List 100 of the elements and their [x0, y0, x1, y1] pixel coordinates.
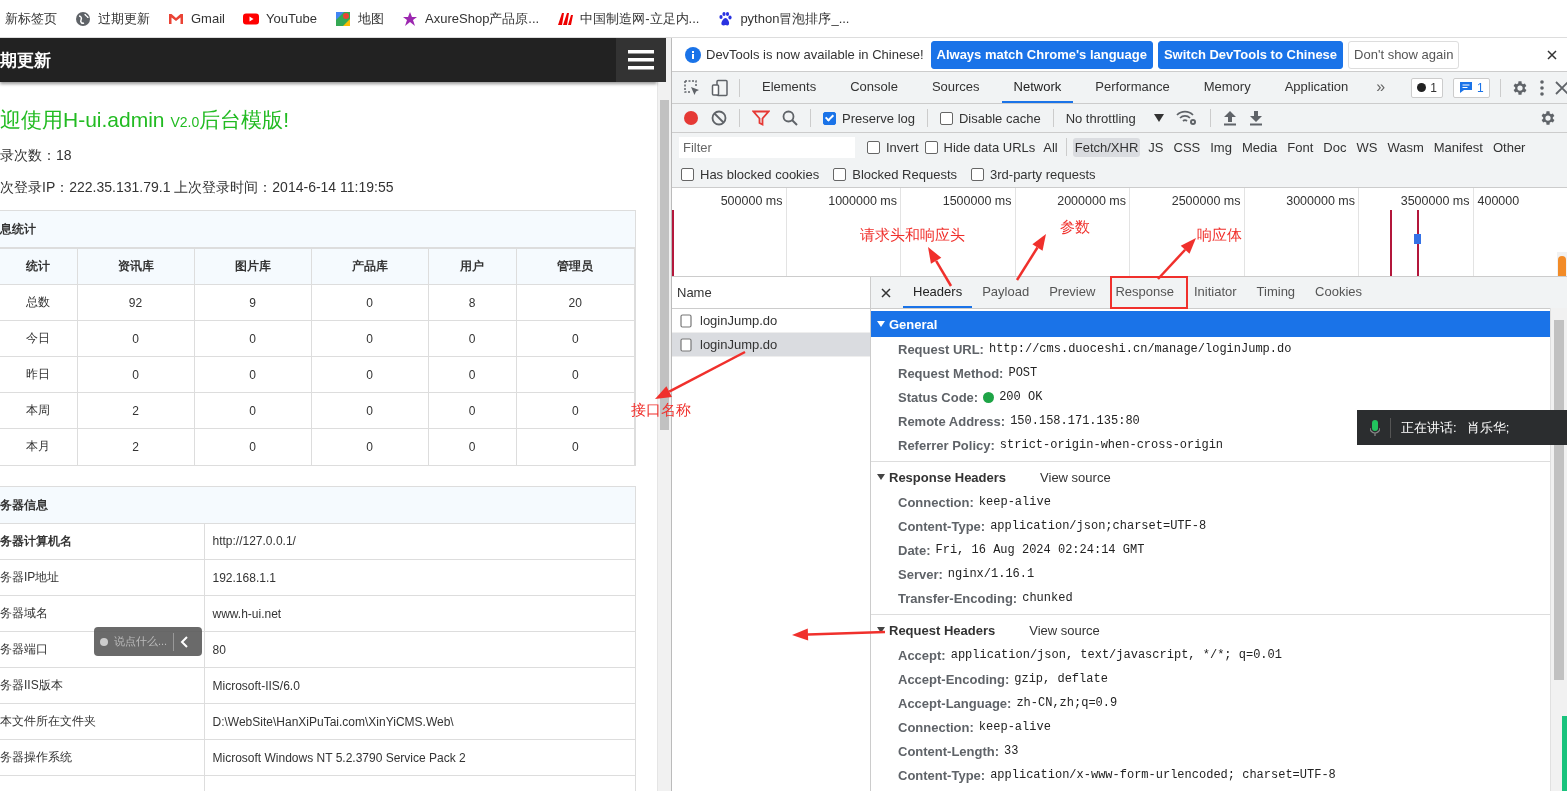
section-header[interactable]: Response Headers View source	[871, 464, 1550, 490]
infobar-button[interactable]: Don't show again	[1348, 40, 1460, 69]
table-cell: 0	[428, 320, 516, 357]
type-filter[interactable]: Doc	[1321, 137, 1349, 157]
header-name: Connection:	[898, 494, 974, 510]
triangle-icon[interactable]	[877, 320, 885, 328]
type-filter[interactable]: Media	[1239, 137, 1280, 157]
type-filter[interactable]: CSS	[1171, 137, 1203, 157]
record-icon[interactable]	[683, 110, 699, 126]
download-icon[interactable]	[1248, 110, 1263, 126]
section-header[interactable]: Request Headers View source	[871, 617, 1550, 643]
type-filter[interactable]: Font	[1285, 137, 1316, 157]
bookmark[interactable]: 地图	[335, 9, 385, 28]
type-filter[interactable]: All	[1041, 137, 1060, 157]
bookmark[interactable]: python冒泡排序_...	[717, 9, 850, 28]
more-options-icon[interactable]	[1538, 78, 1545, 97]
checkbox-option[interactable]: Preserve log	[823, 110, 915, 126]
speaking-label: 正在讲话:	[1401, 418, 1457, 437]
checkbox-option[interactable]: 3rd-party requests	[971, 166, 1096, 182]
message-badge[interactable]: 1	[1452, 77, 1490, 98]
upload-icon[interactable]	[1222, 110, 1237, 126]
logo	[557, 10, 574, 27]
panel-title: 务器信息	[0, 486, 635, 524]
checkbox-option[interactable]: Hide data URLs	[924, 139, 1036, 155]
triangle-icon[interactable]	[877, 626, 885, 634]
infobar-button[interactable]: Always match Chrome's language	[930, 40, 1153, 69]
checkbox-option[interactable]: Has blocked cookies	[681, 166, 820, 182]
type-filter[interactable]: Other	[1490, 137, 1528, 157]
header-value: application/json, text/javascript, */*; q=0.01	[950, 648, 1282, 662]
bookmark[interactable]: Gmail	[168, 10, 225, 27]
detail-tab[interactable]: Headers	[903, 277, 973, 308]
inspect-icon[interactable]	[683, 78, 701, 97]
view-source-link[interactable]: View source	[1029, 622, 1100, 638]
header-name: Status Code:	[898, 389, 979, 405]
header-value: keep-alive	[978, 495, 1051, 509]
bookmark[interactable]: 过期更新	[75, 9, 150, 28]
checkbox-option[interactable]: Blocked Requests	[833, 166, 957, 182]
table-cell: 0	[311, 320, 428, 357]
table-cell: 80	[204, 631, 635, 668]
infobar-button[interactable]: Switch DevTools to Chinese	[1157, 40, 1344, 69]
type-filter[interactable]: Fetch/XHR	[1072, 137, 1141, 157]
chevron-left-icon[interactable]	[180, 635, 191, 648]
scrollbar-thumb[interactable]	[1554, 320, 1564, 680]
device-icon[interactable]	[711, 78, 729, 97]
type-filter[interactable]: Img	[1208, 137, 1234, 157]
bookmark[interactable]: AxureShop产品原...	[402, 9, 540, 28]
table-cell: 8	[428, 284, 516, 321]
detail-tab[interactable]: Response	[1105, 277, 1184, 308]
filter-field[interactable]: Filter	[679, 136, 855, 158]
bookmark[interactable]: 新标签页	[5, 9, 57, 28]
table-cell: 总数	[0, 284, 77, 321]
panel-tab[interactable]: Memory	[1191, 72, 1263, 103]
table-cell: 本文件所在文件夹	[0, 703, 204, 740]
close-icon[interactable]	[881, 287, 891, 298]
header-value: chunked	[1022, 591, 1073, 605]
panel-tab[interactable]: Application	[1272, 72, 1361, 103]
bookmark[interactable]: 中国制造网-立足内...	[557, 9, 700, 28]
detail-tab[interactable]: Initiator	[1183, 277, 1247, 308]
request-row[interactable]: loginJump.do	[672, 333, 870, 357]
table-cell: 20	[516, 284, 635, 321]
tick-label: 3000000 ms	[1286, 194, 1355, 208]
table-cell: 务器操作系统	[0, 739, 204, 776]
type-filter[interactable]: WS	[1354, 137, 1380, 157]
detail-tab[interactable]: Preview	[1039, 277, 1106, 308]
type-filter[interactable]: Wasm	[1385, 137, 1426, 157]
tick-label: 2500000 ms	[1171, 194, 1241, 208]
column-header: 资讯库	[77, 248, 194, 285]
panel-tab[interactable]: Elements	[750, 72, 829, 103]
error-badge[interactable]: 1	[1411, 77, 1443, 98]
wifi-gear-icon[interactable]	[1175, 110, 1198, 126]
detail-tab[interactable]: Timing	[1246, 277, 1306, 308]
type-filter[interactable]: JS	[1146, 137, 1166, 157]
type-filter[interactable]: Manifest	[1431, 137, 1485, 157]
detail-tab[interactable]: Payload	[972, 277, 1040, 308]
header-name: Content-Length:	[898, 743, 1000, 759]
throttling-select[interactable]: No throttling	[1065, 110, 1164, 126]
section-header[interactable]: General	[871, 311, 1550, 337]
bookmark[interactable]: YouTube	[242, 10, 318, 27]
close-icon[interactable]	[1554, 80, 1567, 95]
checkbox-option[interactable]: Disable cache	[940, 110, 1041, 126]
settings-icon[interactable]	[1539, 109, 1557, 127]
panel-tab[interactable]: Console	[838, 72, 910, 103]
panel-tab[interactable]: Sources	[919, 72, 992, 103]
detail-tab[interactable]: Cookies	[1305, 277, 1373, 308]
panel-tab[interactable]: Performance	[1083, 72, 1182, 103]
search-icon[interactable]	[782, 110, 798, 126]
filter-icon[interactable]	[752, 110, 770, 126]
tick-label: 3500000 ms	[1400, 194, 1470, 208]
more-tabs[interactable]: »	[1370, 72, 1392, 103]
header-value: keep-alive	[978, 720, 1051, 734]
column-header: 用户	[428, 248, 516, 285]
scrollbar-thumb[interactable]	[1558, 256, 1566, 276]
checkbox-option[interactable]: Invert	[867, 139, 919, 155]
tick-label: 400000	[1477, 194, 1520, 208]
view-source-link[interactable]: View source	[1040, 469, 1111, 485]
menu-button[interactable]	[616, 38, 666, 82]
close-icon[interactable]	[1547, 49, 1557, 60]
clear-icon[interactable]	[711, 110, 727, 126]
arrow	[1015, 234, 1046, 281]
triangle-icon[interactable]	[877, 473, 885, 481]
